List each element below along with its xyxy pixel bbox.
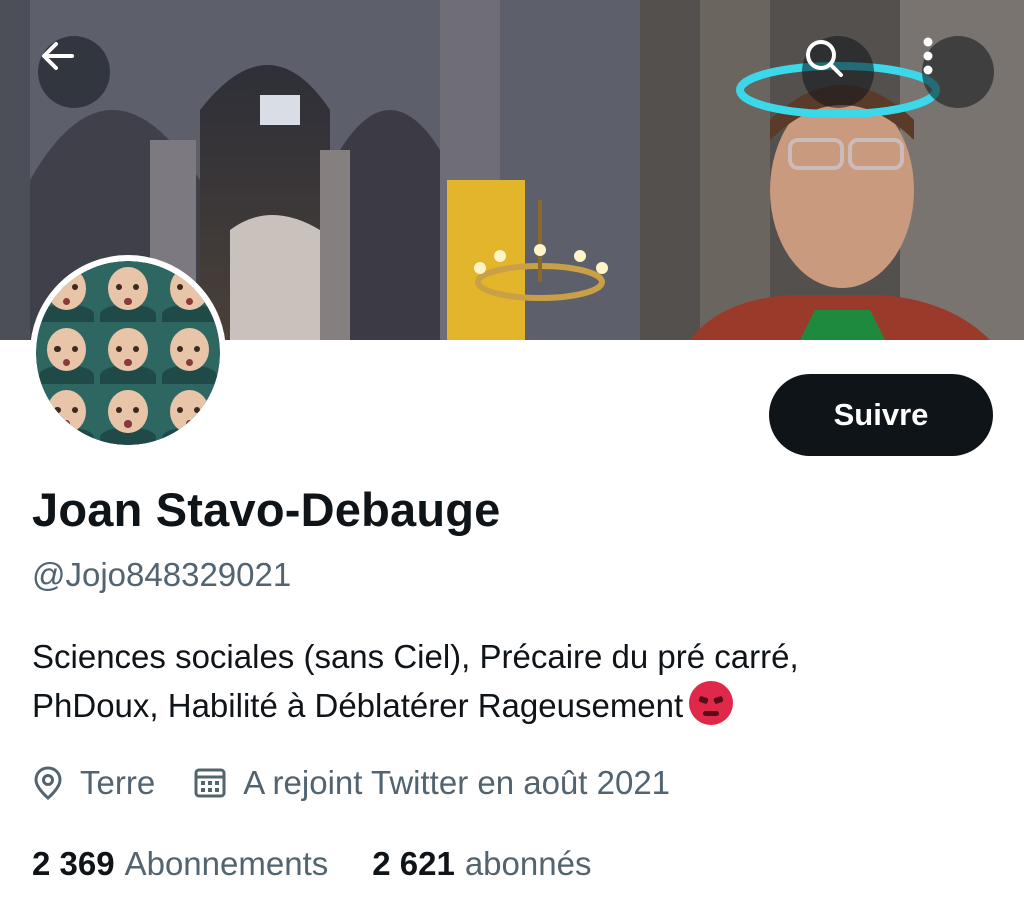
bio-line-2-text: PhDoux, Habilité à Déblatérer Rageusemen…: [32, 687, 684, 724]
following-label: Abonnements: [124, 845, 329, 882]
back-button[interactable]: [38, 36, 110, 108]
followers-label: abonnés: [464, 845, 592, 882]
more-vertical-icon: [923, 37, 933, 75]
angry-face-emoji-icon: [689, 681, 734, 725]
more-options-button[interactable]: [922, 36, 994, 108]
followers-count: 2 621: [372, 845, 455, 882]
calendar-icon: [194, 768, 226, 798]
user-handle: @Jojo848329021: [32, 556, 292, 593]
display-name: Joan Stavo-Debauge: [32, 483, 501, 536]
joined-date-text: A rejoint Twitter en août 2021: [243, 764, 671, 801]
follow-stats: 2 369 Abonnements 2 621 abonnés: [32, 845, 591, 883]
search-icon: [806, 40, 843, 77]
location-pin-icon: [34, 766, 62, 800]
bio-line-2: PhDoux, Habilité à Déblatérer Rageusemen…: [32, 681, 992, 730]
profile-meta: Terre A rejoint Twitter en août 2021: [32, 764, 670, 802]
profile-avatar[interactable]: [30, 255, 226, 451]
joined-item: A rejoint Twitter en août 2021: [193, 764, 670, 802]
avatar-image: [36, 261, 220, 445]
following-count: 2 369: [32, 845, 115, 882]
location-text: Terre: [80, 764, 156, 801]
followers-link[interactable]: 2 621 abonnés: [372, 845, 591, 883]
arrow-left-icon: [42, 42, 74, 70]
follow-button[interactable]: Suivre: [769, 374, 993, 456]
following-link[interactable]: 2 369 Abonnements: [32, 845, 328, 883]
location-item: Terre: [32, 764, 155, 802]
bio-line-1: Sciences sociales (sans Ciel), Précaire …: [32, 638, 799, 675]
search-button[interactable]: [802, 36, 874, 108]
profile-bio: Sciences sociales (sans Ciel), Précaire …: [32, 632, 992, 730]
